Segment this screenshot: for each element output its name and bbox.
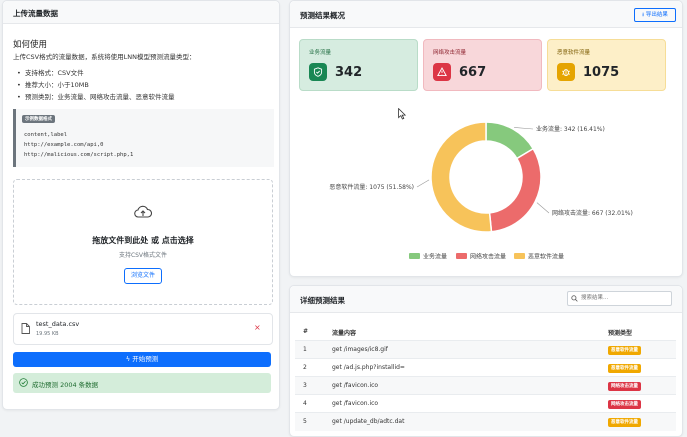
cloud-upload-icon — [134, 205, 152, 218]
bullet-item: • 预测类别：业务流量、网络攻击流量、恶意软件流量 — [17, 93, 175, 101]
col-header: # — [303, 328, 309, 335]
details-card: 详细预测结果 # 流量内容 预测类型 1 get /images/ic8.gif… — [289, 285, 683, 437]
bug-icon — [557, 63, 575, 81]
example-badge: 示例数据格式 — [22, 115, 55, 123]
row-index: 1 — [303, 346, 307, 353]
example-box: 示例数据格式 content,label http://example.com/… — [13, 109, 274, 167]
overview-card-header — [290, 1, 682, 28]
prediction-badge: 恶意软件流量 — [608, 418, 641, 427]
stat-malware: 恶意软件流量 1075 — [547, 39, 666, 91]
donut-slice[interactable] — [430, 121, 493, 233]
slice-leader-line — [536, 202, 550, 214]
check-circle-icon — [19, 378, 28, 387]
search-input[interactable] — [581, 293, 667, 303]
export-label: 导出结果 — [645, 12, 668, 18]
col-header: 流量内容 — [332, 330, 357, 337]
legend-swatch[interactable] — [409, 253, 420, 259]
slice-label: 业务流量: 342 (16.41%) — [536, 125, 605, 133]
legend-label[interactable]: 网络攻击流量 — [470, 253, 506, 261]
donut-slice[interactable] — [488, 147, 542, 233]
prediction-badge: 网络攻击流量 — [608, 382, 641, 391]
row-index: 5 — [303, 418, 307, 425]
table-row[interactable]: 3 get /favicon.ico 网络攻击流量 — [295, 376, 676, 395]
example-code: content,label http://example.com/api,0 h… — [24, 130, 133, 160]
table-row[interactable]: 2 get /ad.js.php?installid= 恶意软件流量 — [295, 358, 676, 377]
browse-file-button[interactable]: 浏览文件 — [124, 268, 162, 284]
bullet-item: • 支持格式：CSV文件 — [17, 69, 84, 77]
table-header: # 流量内容 预测类型 — [295, 324, 676, 340]
slice-leader-line — [514, 127, 534, 130]
prediction-badge: 网络攻击流量 — [608, 400, 641, 409]
table-row[interactable]: 5 get /update_db/adtc.dat 恶意软件流量 — [295, 412, 676, 431]
overview-title: 预测结果概况 — [300, 11, 345, 20]
stat-label: 网络攻击流量 — [433, 50, 467, 56]
code-line: http://malicious.com/script.php,1 — [24, 152, 134, 158]
success-alert: 成功预测 2004 条数据 — [13, 373, 271, 393]
warning-triangle-icon — [433, 63, 451, 81]
bullet-item: • 推荐大小：小于10MB — [17, 81, 89, 89]
col-header: 预测类型 — [608, 330, 633, 337]
row-content: get /update_db/adtc.dat — [332, 418, 405, 425]
upload-card: 上传流量数据 如何使用 上传CSV格式的流量数据，系统将使用LNN模型预测流量类… — [2, 0, 280, 410]
export-results-button[interactable]: ⭳ 导出结果 — [634, 8, 676, 22]
table-row[interactable]: 1 get /images/ic8.gif 恶意软件流量 — [295, 340, 676, 359]
mouse-cursor-icon — [398, 108, 406, 120]
prediction-badge: 恶意软件流量 — [608, 346, 641, 355]
stat-attack: 网络攻击流量 667 — [423, 39, 542, 91]
start-predict-button[interactable]: ϟ 开始预测 — [13, 352, 271, 367]
file-size: 19.95 KB — [36, 331, 59, 337]
overview-card: 预测结果概况 ⭳ 导出结果 业务流量 342 网络攻击流量 667 恶意软件流量… — [289, 0, 683, 277]
row-index: 2 — [303, 364, 307, 371]
how-to-title: 如何使用 — [13, 40, 48, 50]
stat-value: 1075 — [583, 65, 620, 80]
code-line: http://example.com/api,0 — [24, 142, 104, 148]
search-box[interactable] — [567, 291, 672, 306]
row-content: get /images/ic8.gif — [332, 346, 388, 353]
legend-swatch[interactable] — [456, 253, 467, 259]
lightning-icon: ϟ — [125, 355, 131, 363]
row-content: get /favicon.ico — [332, 382, 379, 389]
file-drop-zone[interactable]: 拖放文件到此处 或 点击选择 支持CSV格式文件 浏览文件 — [13, 179, 273, 305]
upload-card-title: 上传流量数据 — [13, 9, 58, 18]
selected-file: test_data.csv 19.95 KB × — [13, 313, 273, 345]
stat-label: 恶意软件流量 — [557, 50, 591, 56]
search-icon — [571, 295, 578, 302]
table-row[interactable]: 4 get /favicon.ico 网络攻击流量 — [295, 394, 676, 413]
stat-business: 业务流量 342 — [299, 39, 418, 91]
row-index: 4 — [303, 400, 307, 407]
drop-title: 拖放文件到此处 或 点击选择 — [92, 236, 194, 245]
success-text: 成功预测 2004 条数据 — [32, 381, 99, 389]
slice-label: 网络攻击流量: 667 (32.01%) — [552, 209, 633, 217]
results-table: # 流量内容 预测类型 1 get /images/ic8.gif 恶意软件流量… — [295, 324, 676, 436]
legend-label[interactable]: 恶意软件流量 — [528, 253, 564, 261]
download-icon: ⭳ — [642, 12, 645, 18]
stat-value: 342 — [335, 65, 363, 80]
drop-subtitle: 支持CSV格式文件 — [118, 252, 168, 259]
legend-label[interactable]: 业务流量 — [423, 253, 447, 261]
traffic-donut-chart: 业务流量: 342 (16.41%) 网络攻击流量: 667 (32.01%) 恶意… — [329, 121, 633, 261]
remove-file-button[interactable]: × — [254, 323, 261, 332]
slice-leader-line — [416, 179, 430, 188]
details-title: 详细预测结果 — [300, 296, 345, 305]
bullet-list: • 支持格式：CSV文件 • 推荐大小：小于10MB • 预测类别：业务流量、网… — [17, 67, 174, 103]
file-name: test_data.csv — [36, 320, 80, 328]
prediction-badge: 恶意软件流量 — [608, 364, 641, 373]
stat-label: 业务流量 — [309, 50, 332, 56]
legend-swatch[interactable] — [514, 253, 525, 259]
shield-check-icon — [309, 63, 327, 81]
row-content: get /favicon.ico — [332, 400, 379, 407]
how-to-intro: 上传CSV格式的流量数据，系统将使用LNN模型预测流量类型： — [13, 53, 196, 61]
slice-label: 恶意软件流量: 1075 (51.58%) — [329, 183, 414, 191]
code-line: content,label — [24, 132, 68, 138]
row-index: 3 — [303, 382, 307, 389]
stat-value: 667 — [459, 65, 487, 80]
row-content: get /ad.js.php?installid= — [332, 364, 405, 371]
start-predict-label: 开始预测 — [132, 355, 159, 363]
file-icon — [21, 323, 30, 334]
